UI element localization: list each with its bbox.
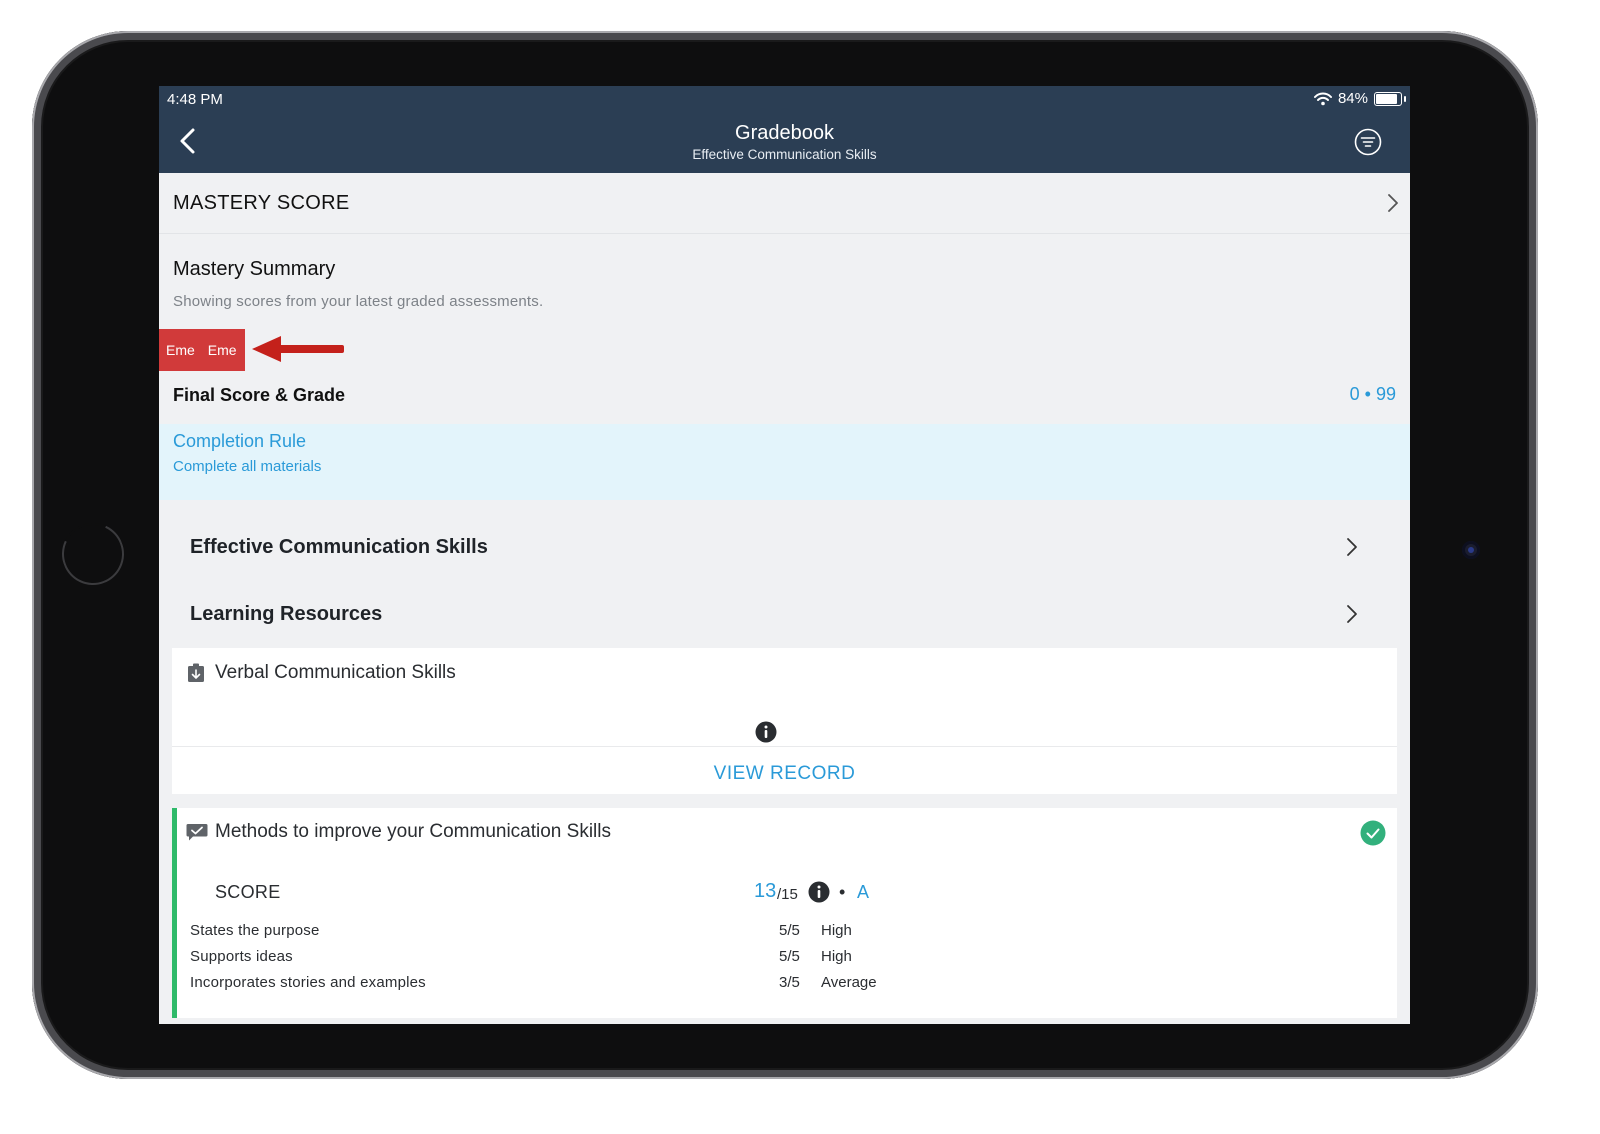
discussion-icon (186, 824, 208, 841)
assessment-card-verbal: Verbal Communication Skills VIEW RECORD (172, 648, 1397, 794)
mastery-summary-description: Showing scores from your latest graded a… (173, 293, 544, 310)
final-score-label: Final Score & Grade (173, 385, 346, 405)
criterion-score: 5/5 (779, 922, 800, 939)
completion-rule-detail: Complete all materials (173, 458, 322, 475)
front-camera (1462, 541, 1480, 559)
check-circle-icon (1360, 820, 1386, 846)
criterion-level: High (821, 948, 852, 965)
score-total: /15 (777, 886, 798, 903)
mastery-badge-label: Eme (166, 342, 195, 358)
info-icon[interactable] (755, 721, 777, 743)
score-label: SCORE (215, 882, 281, 902)
mastery-badge: Eme Eme (159, 329, 245, 371)
completion-rule-panel: Completion Rule Complete all materials (159, 424, 1410, 500)
mastery-badge-label: Eme (207, 342, 237, 358)
info-icon[interactable] (808, 881, 830, 903)
battery-icon (1374, 91, 1406, 106)
app-screen: 4:48 PM 84% Gradebook Effective Communic… (159, 86, 1410, 1024)
criterion-name: Incorporates stories and examples (190, 974, 426, 991)
criterion-level: Average (821, 974, 877, 991)
section-learning-resources[interactable]: Learning Resources (190, 603, 382, 626)
assessment-title[interactable]: Methods to improve your Communication Sk… (215, 821, 611, 843)
status-indicators: 84% (1313, 90, 1406, 107)
section-effective-communication[interactable]: Effective Communication Skills (190, 536, 488, 559)
criterion-score: 5/5 (779, 948, 800, 965)
chevron-right-icon (1388, 194, 1398, 212)
criterion-name: States the purpose (190, 922, 320, 939)
page-title: Gradebook (735, 122, 834, 144)
wifi-icon (1313, 92, 1332, 105)
completion-rule-title: Completion Rule (173, 431, 307, 451)
score-separator: • (839, 882, 846, 902)
red-arrow-icon (252, 336, 344, 362)
mastery-score-row[interactable]: MASTERY SCORE (159, 173, 1410, 234)
mastery-score-header: MASTERY SCORE (173, 192, 350, 214)
criterion-score: 3/5 (779, 974, 800, 991)
card-divider (172, 746, 1397, 747)
assessment-card-methods: Methods to improve your Communication Sk… (172, 808, 1397, 1024)
completed-indicator-bar (172, 808, 177, 1024)
filter-icon[interactable] (1354, 128, 1382, 156)
mastery-summary-title: Mastery Summary (173, 258, 336, 280)
chevron-right-icon[interactable] (1343, 603, 1361, 625)
criterion-name: Supports ideas (190, 948, 293, 965)
score-value: 13 (754, 880, 777, 902)
final-score-value: 0 • 99 (1349, 384, 1396, 404)
assignment-download-icon (188, 663, 204, 682)
battery-percent: 84% (1337, 90, 1368, 107)
next-card-peek (172, 1018, 1397, 1024)
assessment-title[interactable]: Verbal Communication Skills (215, 662, 456, 684)
chevron-right-icon[interactable] (1343, 536, 1361, 558)
navigation-bar: 4:48 PM 84% Gradebook Effective Communic… (159, 86, 1410, 173)
page-subtitle: Effective Communication Skills (692, 147, 877, 162)
status-time: 4:48 PM (167, 91, 223, 108)
score-grade: A (857, 882, 870, 902)
criterion-level: High (821, 922, 852, 939)
view-record-button[interactable]: VIEW RECORD (172, 763, 1397, 785)
